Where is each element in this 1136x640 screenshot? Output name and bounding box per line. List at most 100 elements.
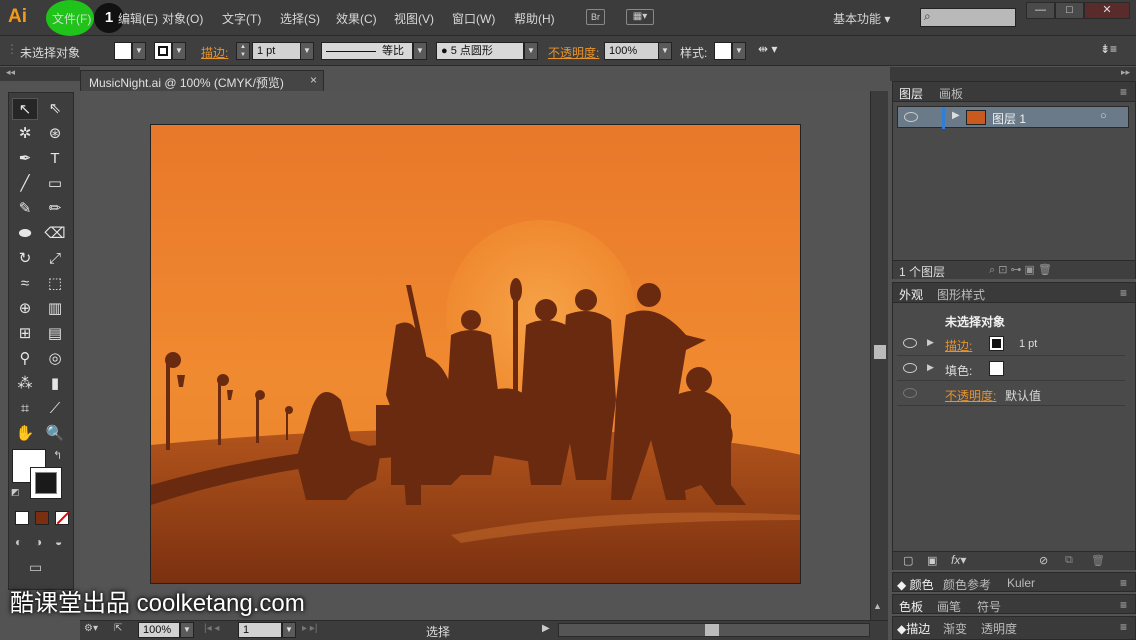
- draw-normal-icon[interactable]: ◐: [15, 535, 22, 549]
- stroke-weight-dropdown[interactable]: ▼: [300, 42, 314, 60]
- tab-transparency[interactable]: 透明度: [981, 620, 1017, 637]
- appearance-fill-swatch[interactable]: [989, 361, 1004, 376]
- layer-row[interactable]: ▶ 图层 1 ○: [897, 106, 1129, 129]
- workspace-switcher[interactable]: 基本功能 ▾: [833, 10, 890, 27]
- layers-panel-menu-icon[interactable]: ≡: [1120, 85, 1127, 99]
- control-panel-menu-icon[interactable]: ⇟≡: [1100, 42, 1117, 56]
- expand-stroke-icon[interactable]: ▶: [927, 337, 934, 348]
- free-transform-tool-icon[interactable]: ⬚: [42, 273, 68, 295]
- first-artboard-icon[interactable]: |◂ ◂: [204, 623, 219, 634]
- share-icon[interactable]: ⇱: [114, 623, 122, 634]
- appearance-stroke-label[interactable]: 描边:: [945, 337, 972, 354]
- zoom-dropdown[interactable]: ▼: [180, 622, 194, 638]
- brush-definition[interactable]: ● 5 点圆形: [436, 42, 524, 60]
- canvas-area[interactable]: [80, 91, 870, 620]
- gradient-mode-icon[interactable]: [35, 511, 49, 525]
- fill-dropdown[interactable]: ▼: [132, 42, 146, 60]
- graphic-style-dropdown[interactable]: ▼: [732, 42, 746, 60]
- color-mode-icon[interactable]: [15, 511, 29, 525]
- horizontal-scroll-thumb[interactable]: [705, 624, 719, 636]
- stroke-weight-field[interactable]: 1 pt: [252, 42, 302, 60]
- stroke-dropdown[interactable]: ▼: [172, 42, 186, 60]
- layer-visibility-eye-icon[interactable]: [904, 112, 918, 122]
- menu-select[interactable]: 选择(S): [280, 10, 320, 27]
- none-mode-icon[interactable]: [55, 511, 70, 525]
- artboard[interactable]: [150, 124, 801, 584]
- default-colors-icon[interactable]: ◩: [11, 487, 20, 498]
- opacity-field[interactable]: 100%: [604, 42, 660, 60]
- close-window-button[interactable]: ✕: [1084, 2, 1130, 19]
- gradient-tool-icon[interactable]: ▤: [42, 323, 68, 345]
- stroke-swatch[interactable]: [154, 42, 172, 60]
- rectangle-tool-icon[interactable]: ▭: [42, 173, 68, 195]
- eraser-tool-icon[interactable]: ⌫: [42, 223, 68, 245]
- pen-tool-icon[interactable]: ✒: [12, 148, 38, 170]
- blob-brush-tool-icon[interactable]: ⬬: [12, 223, 38, 245]
- brush-dropdown[interactable]: ▼: [524, 42, 538, 60]
- appearance-stroke-swatch[interactable]: [989, 336, 1004, 351]
- menu-effect[interactable]: 效果(C): [336, 10, 377, 27]
- status-menu-icon[interactable]: ▶: [542, 623, 550, 634]
- color-panel-menu-icon[interactable]: ≡: [1120, 576, 1127, 590]
- tab-appearance[interactable]: 外观: [899, 286, 923, 303]
- vertical-scroll-thumb[interactable]: [874, 345, 886, 359]
- blend-tool-icon[interactable]: ◎: [42, 348, 68, 370]
- add-stroke-icon[interactable]: ▢: [903, 554, 913, 567]
- close-tab-icon[interactable]: ×: [310, 73, 317, 87]
- column-graph-tool-icon[interactable]: ▮: [42, 373, 68, 395]
- appearance-opacity-label[interactable]: 不透明度:: [945, 387, 996, 404]
- target-circle-icon[interactable]: ○: [1100, 110, 1107, 122]
- bridge-button[interactable]: Br: [586, 9, 605, 25]
- appearance-panel-menu-icon[interactable]: ≡: [1120, 286, 1127, 300]
- duplicate-item-icon[interactable]: ⧉: [1065, 554, 1073, 567]
- clear-appearance-icon[interactable]: ⊘: [1039, 554, 1048, 567]
- scroll-up-icon[interactable]: ▲: [873, 601, 882, 611]
- fill-swatch[interactable]: [114, 42, 132, 60]
- horizontal-scrollbar[interactable]: [558, 623, 870, 637]
- artboard-tool-icon[interactable]: ⌗: [12, 398, 38, 420]
- fill-visibility-eye-icon[interactable]: [903, 363, 917, 373]
- draw-behind-icon[interactable]: ◑: [35, 535, 42, 549]
- tab-artboards[interactable]: 画板: [939, 85, 963, 102]
- tab-symbols[interactable]: 符号: [977, 598, 1001, 615]
- tab-layers[interactable]: 图层: [899, 85, 923, 102]
- menu-type[interactable]: 文字(T): [222, 10, 261, 27]
- perspective-grid-tool-icon[interactable]: ▥: [42, 298, 68, 320]
- selection-tool-icon[interactable]: ↖: [12, 98, 38, 120]
- add-fill-icon[interactable]: ▣: [927, 554, 937, 567]
- menu-file[interactable]: 文件(F): [52, 10, 91, 27]
- appearance-stroke-row[interactable]: ▶ 描边: 1 pt: [897, 333, 1125, 356]
- artboard-dropdown[interactable]: ▼: [282, 622, 296, 638]
- tab-stroke[interactable]: ◆描边: [897, 620, 930, 637]
- graphic-style-swatch[interactable]: [714, 42, 732, 60]
- tab-swatches[interactable]: 色板: [899, 598, 923, 615]
- artboard-number-field[interactable]: 1: [238, 622, 282, 638]
- rotate-tool-icon[interactable]: ↻: [12, 248, 38, 270]
- warp-tool-icon[interactable]: ≈: [12, 273, 38, 295]
- appearance-opacity-row[interactable]: 不透明度: 默认值: [897, 383, 1125, 406]
- add-effect-icon[interactable]: fx▾: [951, 553, 966, 567]
- paintbrush-tool-icon[interactable]: ✎: [12, 198, 38, 220]
- symbol-sprayer-tool-icon[interactable]: ⁂: [12, 373, 38, 395]
- tab-gradient[interactable]: 渐变: [943, 620, 967, 637]
- shape-builder-tool-icon[interactable]: ⊕: [12, 298, 38, 320]
- status-options-icon[interactable]: ⚙▾: [84, 623, 98, 634]
- tab-brushes[interactable]: 画笔: [937, 598, 961, 615]
- hand-tool-icon[interactable]: ✋: [12, 423, 38, 445]
- menu-help[interactable]: 帮助(H): [514, 10, 555, 27]
- vertical-scrollbar[interactable]: ▲: [870, 91, 888, 620]
- slice-tool-icon[interactable]: ⟋: [42, 398, 68, 420]
- stroke-profile[interactable]: 等比: [321, 42, 413, 60]
- tab-color-guide[interactable]: 颜色参考: [943, 576, 991, 593]
- align-icon[interactable]: ⇹ ▾: [758, 42, 777, 56]
- expand-dock-icon[interactable]: ▸▸: [1121, 67, 1130, 78]
- swap-colors-icon[interactable]: ↰: [53, 449, 62, 462]
- screen-mode-icon[interactable]: ▭: [29, 559, 42, 576]
- collapse-icon[interactable]: ◂◂: [6, 67, 15, 78]
- scale-tool-icon[interactable]: ⤢: [42, 248, 68, 270]
- tab-color[interactable]: ◆ 颜色: [897, 576, 934, 593]
- arrange-documents-icon[interactable]: ▦▾: [626, 9, 654, 25]
- search-input[interactable]: ⌕: [920, 8, 1016, 27]
- swatches-panel-menu-icon[interactable]: ≡: [1120, 598, 1127, 612]
- stroke-stepper[interactable]: ▲ ▼: [236, 42, 250, 60]
